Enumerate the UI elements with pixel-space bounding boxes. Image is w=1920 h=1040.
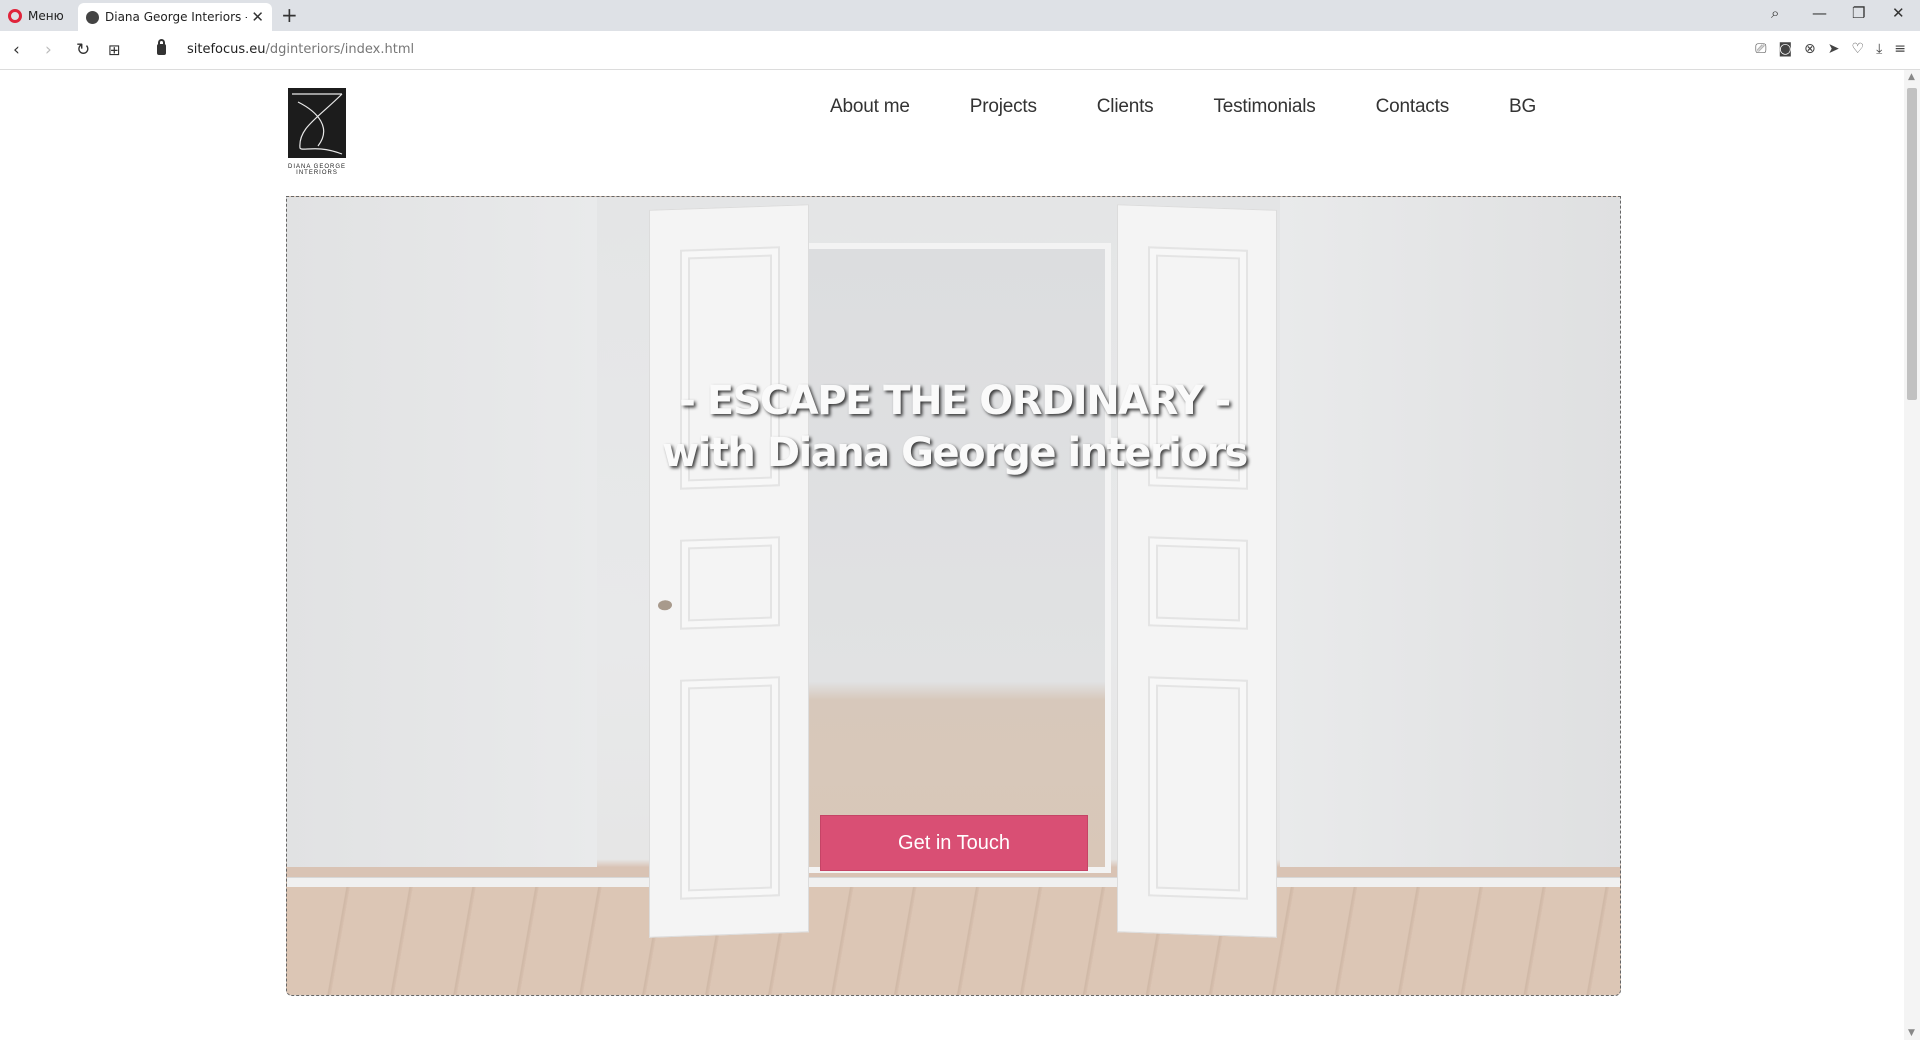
url-field[interactable]: sitefocus.eu/dginteriors/index.html <box>187 42 414 57</box>
hero-headline-line2: with Diana George interiors <box>662 430 1248 476</box>
tab-close-icon[interactable]: ✕ <box>251 8 264 26</box>
reload-icon[interactable]: ↻ <box>76 40 90 60</box>
hero-banner: - ESCAPE THE ORDINARY - with Diana Georg… <box>286 196 1621 996</box>
hero-image-skirting <box>287 877 1620 887</box>
send-icon[interactable]: ➤ <box>1828 41 1840 57</box>
hero-headline: - ESCAPE THE ORDINARY - with Diana Georg… <box>287 375 1620 479</box>
snapshot-icon[interactable]: ⎚ <box>1755 41 1766 57</box>
back-icon[interactable]: ‹ <box>13 40 20 60</box>
url-host: sitefocus.eu <box>187 42 266 57</box>
door-handle-icon <box>658 599 672 611</box>
hero-image-door-left <box>649 204 809 938</box>
nav-link-language-bg[interactable]: BG <box>1479 96 1566 118</box>
address-bar-tools: ⎚ ◙ ⊗ ➤ ♡ ⤓ ≡ <box>1755 41 1906 57</box>
url-path: /dginteriors/index.html <box>265 42 415 57</box>
restore-icon[interactable]: ❐ <box>1852 4 1865 22</box>
main-nav: About me Projects Clients Testimonials C… <box>800 96 1566 118</box>
hero-image-wall-left <box>287 197 597 867</box>
tab-title: Diana George Interiors - Es <box>105 10 247 24</box>
hero-headline-line1: - ESCAPE THE ORDINARY - <box>679 378 1231 424</box>
scroll-up-icon[interactable]: ▲ <box>1908 72 1915 82</box>
nav-link-about-me[interactable]: About me <box>800 96 940 118</box>
opera-logo-icon <box>8 9 22 23</box>
nav-link-testimonials[interactable]: Testimonials <box>1183 96 1345 118</box>
browser-tab[interactable]: Diana George Interiors - Es ✕ <box>78 3 272 31</box>
new-tab-button[interactable]: + <box>281 3 298 27</box>
nav-link-contacts[interactable]: Contacts <box>1346 96 1479 118</box>
speed-dial-icon[interactable]: ⊞ <box>108 41 121 59</box>
hero-image-floor <box>287 887 1620 995</box>
logo-mark-icon <box>288 88 346 158</box>
easy-setup-icon[interactable]: ≡ <box>1894 41 1906 57</box>
window-close-icon[interactable]: ✕ <box>1892 4 1905 22</box>
nav-link-clients[interactable]: Clients <box>1067 96 1184 118</box>
hero-image-doorway <box>799 243 1111 873</box>
lock-icon[interactable] <box>157 39 166 55</box>
get-in-touch-button[interactable]: Get in Touch <box>820 815 1088 871</box>
opera-menu-label: Меню <box>28 9 64 23</box>
camera-icon[interactable]: ◙ <box>1778 41 1792 57</box>
nav-link-projects[interactable]: Projects <box>940 96 1067 118</box>
globe-icon <box>86 10 99 24</box>
scrollbar-thumb[interactable] <box>1907 88 1917 400</box>
opera-menu-button[interactable]: Меню <box>8 6 64 26</box>
address-bar: ‹ › ↻ ⊞ sitefocus.eu/dginteriors/index.h… <box>0 31 1920 70</box>
search-icon[interactable]: ⌕ <box>1771 4 1779 22</box>
minimize-icon[interactable]: — <box>1812 4 1827 22</box>
hero-image-door-right <box>1117 204 1277 938</box>
site-logo[interactable]: DIANA GEORGE INTERIORS <box>288 88 346 184</box>
forward-icon[interactable]: › <box>45 40 52 60</box>
page-scrollbar[interactable]: ▲ ▼ <box>1904 70 1920 1040</box>
download-icon[interactable]: ⤓ <box>1876 41 1882 57</box>
adblock-icon[interactable]: ⊗ <box>1804 41 1816 57</box>
web-page: DIANA GEORGE INTERIORS About me Projects… <box>0 70 1904 1040</box>
heart-icon[interactable]: ♡ <box>1852 41 1865 57</box>
scroll-down-icon[interactable]: ▼ <box>1908 1028 1915 1038</box>
browser-tab-bar: Меню Diana George Interiors - Es ✕ + ⌕ —… <box>0 0 1920 31</box>
logo-text-line2: INTERIORS <box>296 170 338 176</box>
hero-image-wall-right <box>1280 197 1620 867</box>
